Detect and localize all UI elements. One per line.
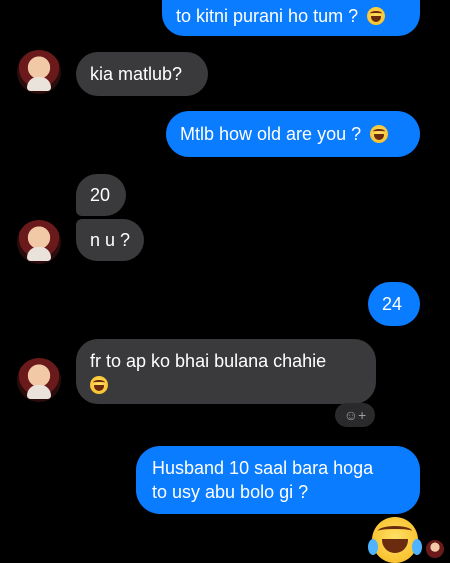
add-reaction-icon: ☺+ — [343, 407, 367, 423]
message-outgoing-4[interactable]: Husband 10 saal bara hoga to usy abu bol… — [136, 446, 420, 514]
message-outgoing-2[interactable]: Mtlb how old are you ? — [166, 111, 420, 157]
add-reaction-button[interactable]: ☺+ — [335, 403, 375, 427]
message-incoming-3[interactable]: n u ? — [76, 219, 144, 261]
message-incoming-4[interactable]: fr to ap ko bhai bulana chahie — [76, 339, 376, 404]
tear-icon — [412, 539, 422, 555]
message-text: to usy abu bolo gi ? — [152, 482, 309, 502]
message-text: kia matlub? — [90, 64, 183, 84]
grinning-sweat-emoji-icon — [90, 376, 108, 394]
message-text: to kitni purani ho tum ? — [176, 6, 359, 26]
message-outgoing-1[interactable]: to kitni purani ho tum ? — [162, 0, 420, 36]
message-text: Husband 10 saal bara hoga — [152, 458, 374, 478]
message-text: 24 — [382, 294, 403, 314]
seen-avatar — [426, 540, 444, 558]
grinning-sweat-emoji-icon — [367, 7, 386, 25]
message-outgoing-3[interactable]: 24 — [368, 282, 420, 326]
message-text: Mtlb how old are you ? — [180, 124, 362, 144]
message-text: fr to ap ko bhai bulana chahie — [90, 351, 327, 371]
avatar[interactable] — [17, 358, 61, 402]
avatar[interactable] — [17, 220, 61, 264]
message-text: n u ? — [90, 230, 131, 250]
message-incoming-2[interactable]: 20 — [76, 174, 126, 216]
message-incoming-1[interactable]: kia matlub? — [76, 52, 208, 96]
tear-icon — [368, 539, 378, 555]
tears-of-joy-emoji-icon[interactable] — [368, 517, 422, 563]
grinning-sweat-emoji-icon — [370, 125, 389, 143]
avatar[interactable] — [17, 50, 61, 94]
message-text: 20 — [90, 185, 111, 205]
